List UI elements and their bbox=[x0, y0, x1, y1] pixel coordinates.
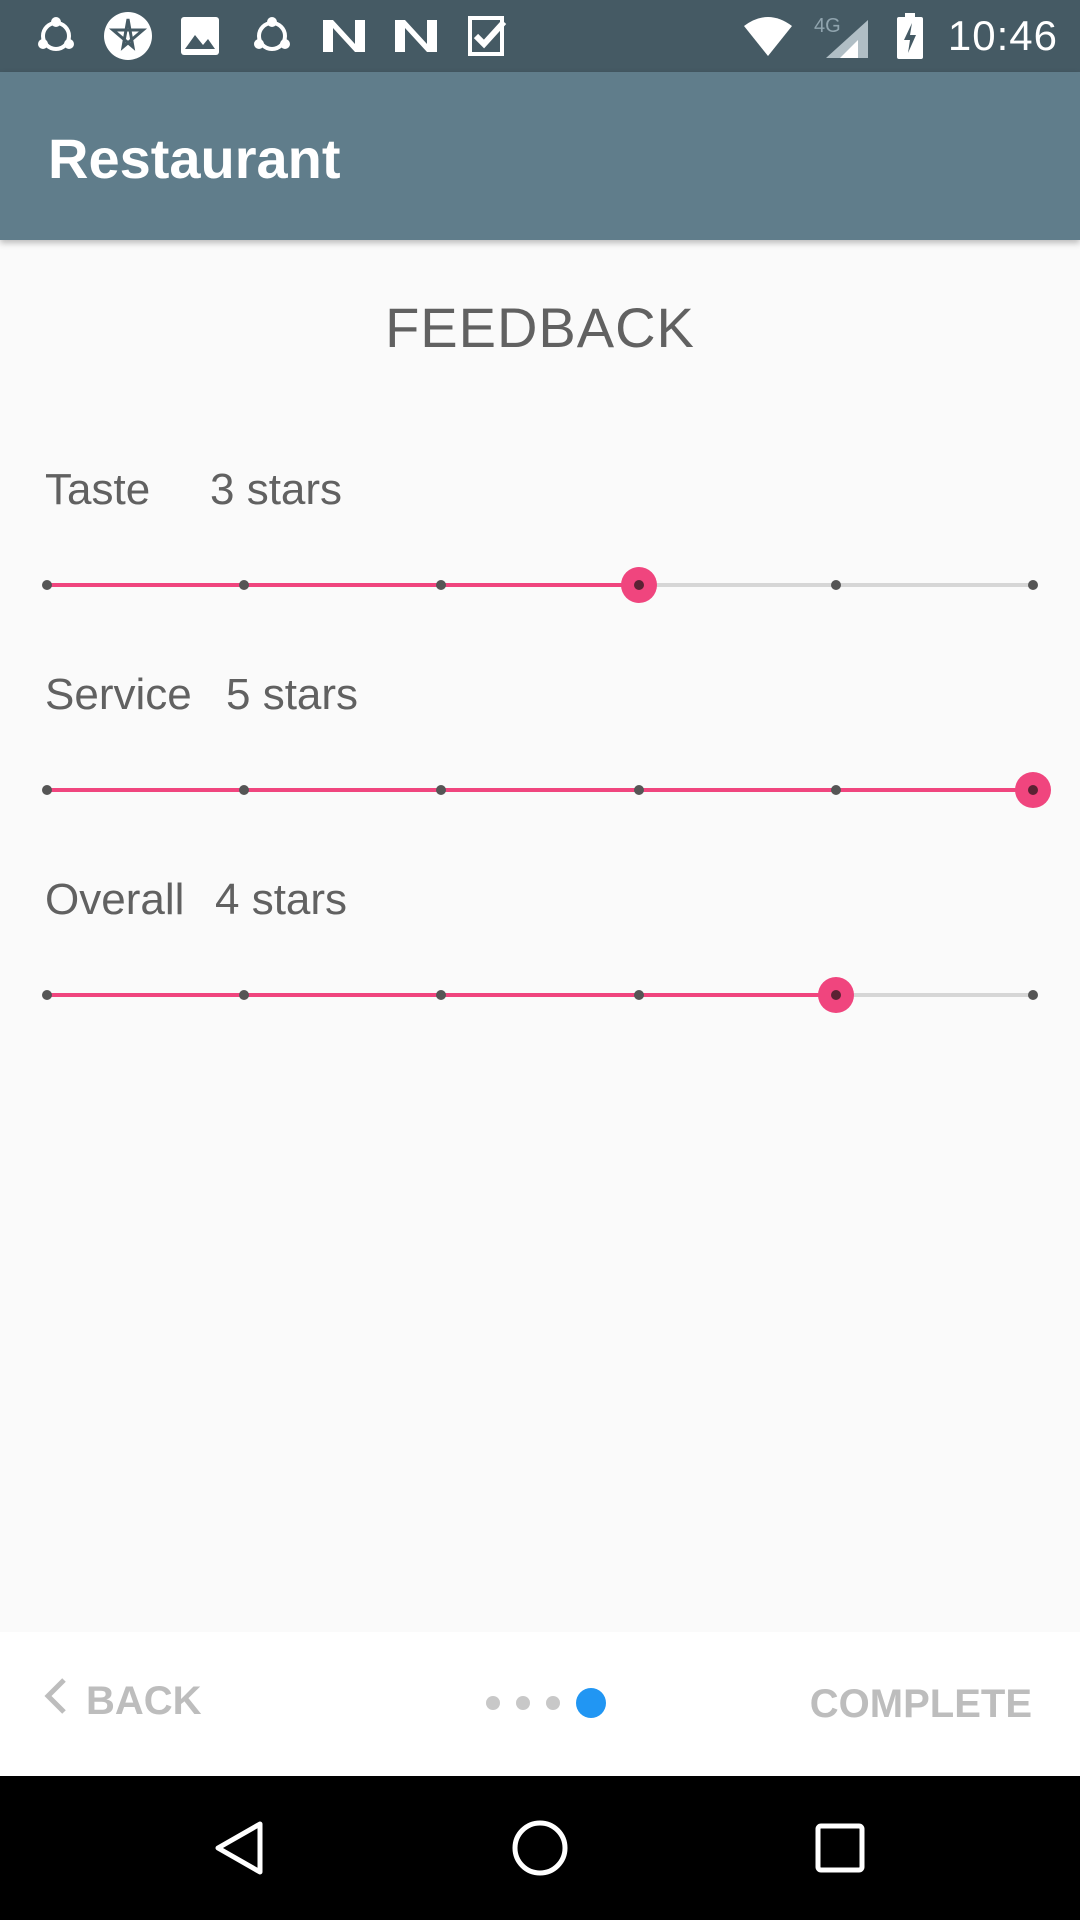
cell-signal-icon: 4G bbox=[812, 10, 872, 62]
system-navigation-bar bbox=[0, 1776, 1080, 1920]
page-dot bbox=[486, 1696, 500, 1710]
page-title: FEEDBACK bbox=[385, 296, 695, 359]
rating-overall: Overall 4 stars bbox=[0, 875, 1080, 1075]
rating-label: Service bbox=[45, 670, 192, 719]
rating-label: Taste bbox=[45, 465, 151, 514]
app-bar: Restaurant bbox=[0, 72, 1080, 240]
status-clock: 10:46 bbox=[947, 12, 1058, 59]
slider-tick bbox=[830, 785, 841, 795]
page-dot bbox=[546, 1696, 560, 1710]
page-indicator bbox=[486, 1688, 606, 1718]
slider-thumb-dot bbox=[1028, 785, 1038, 795]
checkmark-app-icon bbox=[462, 10, 514, 62]
n-app-icon bbox=[390, 10, 442, 62]
network-type-label: 4G bbox=[814, 15, 841, 37]
n-app-icon bbox=[318, 10, 370, 62]
page-dot-active bbox=[576, 1688, 606, 1718]
rating-value-text: 4 stars bbox=[215, 875, 348, 924]
share-icon bbox=[30, 10, 82, 62]
slider-tick bbox=[436, 990, 447, 1000]
slider-thumb-dot bbox=[830, 990, 841, 1000]
share-icon bbox=[246, 10, 298, 62]
rating-taste: Taste 3 stars bbox=[0, 465, 1080, 665]
service-rating-slider[interactable] bbox=[40, 760, 1051, 820]
slider-thumb[interactable] bbox=[1015, 772, 1051, 808]
slider-tick bbox=[1028, 580, 1038, 590]
slider-tick bbox=[239, 990, 250, 1000]
taste-rating-slider[interactable] bbox=[40, 555, 1040, 615]
slider-tick bbox=[42, 580, 52, 590]
slider-tick bbox=[633, 990, 644, 1000]
slider-tick bbox=[1028, 990, 1038, 1000]
rating-value-text: 5 stars bbox=[226, 670, 359, 719]
back-button[interactable]: BACK bbox=[42, 1676, 202, 1726]
slider-fill bbox=[47, 788, 1033, 792]
stepper-bar: BACK COMPLETE bbox=[0, 1632, 1080, 1776]
slider-tick bbox=[830, 580, 841, 590]
slider-tick bbox=[239, 580, 250, 590]
slider-tick bbox=[633, 785, 644, 795]
slider-thumb-dot bbox=[633, 580, 644, 590]
wifi-icon bbox=[742, 10, 794, 62]
slider-tick bbox=[42, 990, 52, 1000]
slider-thumb[interactable] bbox=[620, 567, 657, 603]
slider-fill bbox=[47, 583, 639, 587]
nav-back-button[interactable] bbox=[204, 1812, 276, 1884]
triangle-back-icon bbox=[215, 1821, 263, 1875]
slider-tick bbox=[239, 785, 250, 795]
back-button-label: BACK bbox=[86, 1678, 202, 1723]
star-app-icon bbox=[102, 10, 154, 62]
notification-icons bbox=[30, 10, 514, 62]
chevron-left-icon bbox=[42, 1676, 68, 1726]
system-icons: 4G 10:46 bbox=[742, 10, 1058, 62]
rating-value-text: 3 stars bbox=[210, 465, 343, 514]
rating-service: Service 5 stars bbox=[0, 670, 1080, 870]
image-icon bbox=[174, 10, 226, 62]
slider-tick bbox=[42, 785, 52, 795]
nav-recents-button[interactable] bbox=[804, 1812, 876, 1884]
slider-tick bbox=[436, 785, 447, 795]
rating-label: Overall bbox=[45, 875, 185, 924]
slider-thumb[interactable] bbox=[817, 977, 854, 1013]
app-title: Restaurant bbox=[48, 127, 341, 190]
status-bar: 4G 10:46 bbox=[0, 0, 1080, 72]
battery-charging-icon bbox=[890, 10, 930, 62]
circle-home-icon bbox=[512, 1820, 568, 1876]
nav-home-button[interactable] bbox=[504, 1812, 576, 1884]
square-recents-icon bbox=[815, 1823, 865, 1873]
page-dot bbox=[516, 1696, 530, 1710]
complete-button[interactable]: COMPLETE bbox=[810, 1682, 1032, 1727]
overall-rating-slider[interactable] bbox=[40, 965, 1040, 1025]
slider-tick bbox=[436, 580, 447, 590]
